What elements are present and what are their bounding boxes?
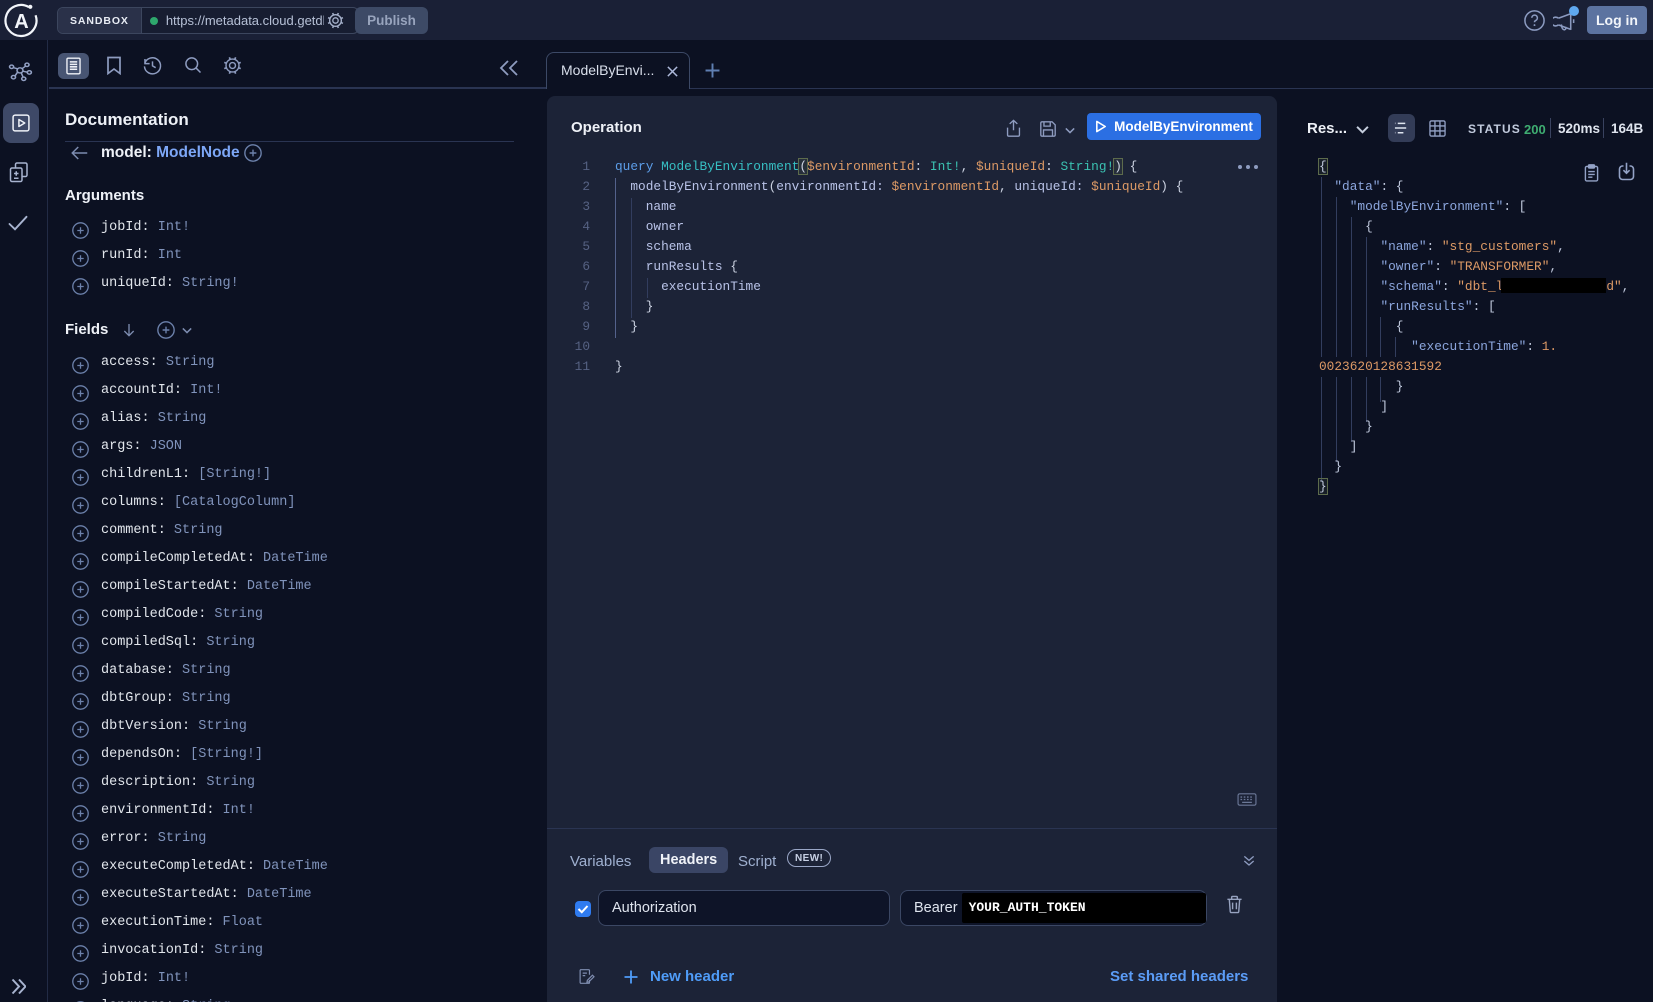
svg-text:A: A (14, 11, 28, 33)
